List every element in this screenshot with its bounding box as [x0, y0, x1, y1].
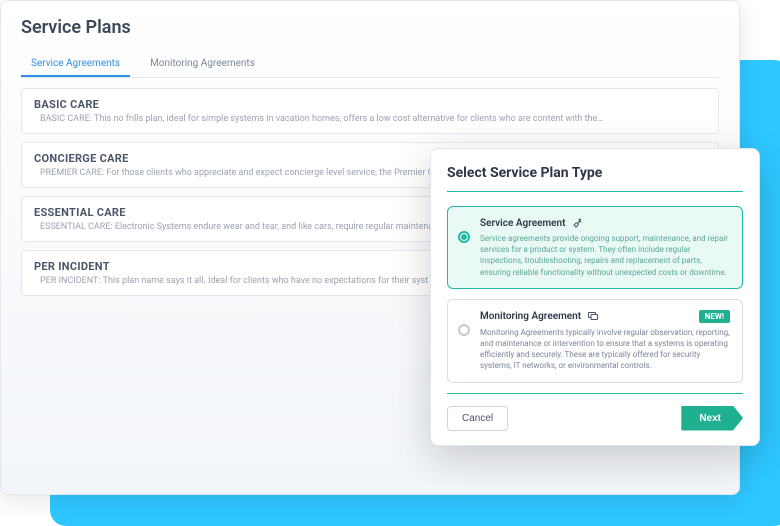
- modal-footer: Cancel Next: [447, 393, 743, 431]
- radio-unselected-icon[interactable]: [458, 324, 470, 336]
- cancel-button[interactable]: Cancel: [447, 406, 508, 431]
- page-title: Service Plans: [21, 17, 719, 38]
- monitor-icon: [587, 310, 599, 322]
- option-title: Service Agreement: [480, 218, 566, 229]
- plan-name: BASIC CARE: [34, 98, 706, 111]
- tab-service-agreements[interactable]: Service Agreements: [21, 52, 130, 77]
- wrench-icon: [572, 217, 584, 229]
- tab-monitoring-agreements[interactable]: Monitoring Agreements: [140, 52, 265, 77]
- next-button[interactable]: Next: [681, 406, 743, 431]
- option-service-agreement[interactable]: Service Agreement Service agreements pro…: [447, 206, 743, 289]
- select-plan-type-modal: Select Service Plan Type Service Agreeme…: [430, 148, 760, 446]
- modal-title: Select Service Plan Type: [447, 165, 743, 192]
- plan-row[interactable]: BASIC CARE BASIC CARE: This no frills pl…: [21, 88, 719, 134]
- plan-tabs: Service Agreements Monitoring Agreements: [21, 52, 719, 78]
- option-desc: Monitoring Agreements typically involve …: [480, 327, 730, 372]
- option-title: Monitoring Agreement: [480, 311, 581, 322]
- option-desc: Service agreements provide ongoing suppo…: [480, 233, 730, 278]
- radio-selected-icon[interactable]: [458, 231, 470, 243]
- plan-desc: BASIC CARE: This no frills plan, ideal f…: [34, 114, 706, 124]
- new-badge: NEW!: [699, 310, 730, 323]
- option-monitoring-agreement[interactable]: Monitoring Agreement NEW! Monitoring Agr…: [447, 299, 743, 383]
